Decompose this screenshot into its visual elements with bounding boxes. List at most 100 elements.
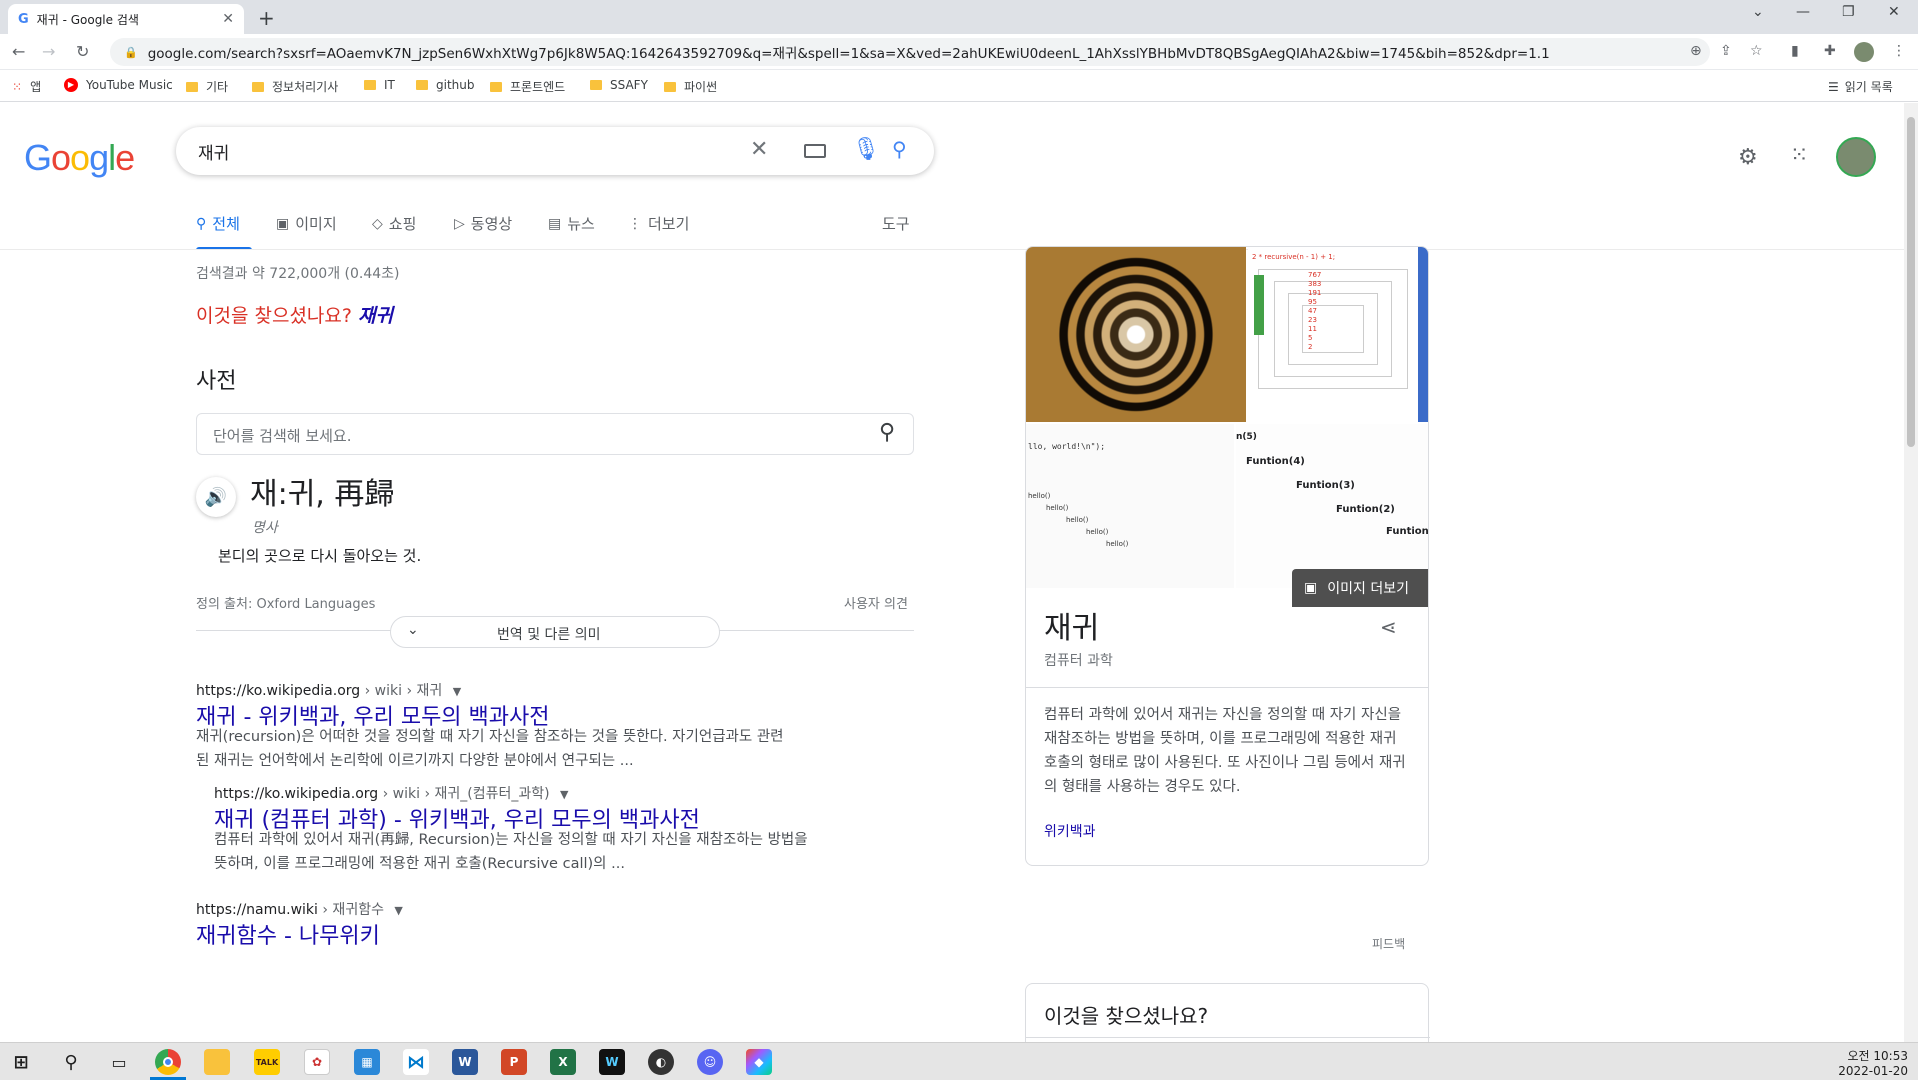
maximize-button[interactable]: ❐	[1842, 4, 1855, 20]
bookmark-folder[interactable]: IT	[364, 78, 395, 92]
video-icon: ▷	[454, 215, 465, 232]
app-icon[interactable]: ▦	[354, 1049, 380, 1075]
search-icon[interactable]: ⚲	[879, 420, 895, 445]
did-you-mean-link[interactable]: 재귀	[358, 305, 393, 327]
share-icon[interactable]: ⇪	[1720, 43, 1732, 59]
chrome-icon[interactable]	[155, 1049, 181, 1075]
folder-icon	[416, 80, 428, 90]
divider	[1026, 1037, 1430, 1038]
excel-icon[interactable]: X	[550, 1049, 576, 1075]
translate-more-button[interactable]: ⌄ 번역 및 다른 의미	[390, 616, 720, 648]
wikipedia-link[interactable]: 위키백과	[1044, 821, 1096, 841]
tab-google-search[interactable]: G 재귀 - Google 검색 ✕	[8, 4, 244, 34]
reading-list[interactable]: ☰ 읽기 목록	[1828, 78, 1893, 95]
keyboard-icon[interactable]	[804, 144, 826, 158]
powerpoint-icon[interactable]: P	[501, 1049, 527, 1075]
vscode-icon[interactable]: ⋈	[403, 1049, 429, 1075]
tools-button[interactable]: 도구	[882, 213, 910, 234]
feedback-link[interactable]: 피드백	[1372, 935, 1405, 952]
task-view-icon[interactable]: ▭	[106, 1049, 132, 1075]
app-icon[interactable]: ◐	[648, 1049, 674, 1075]
bookmark-folder[interactable]: github	[416, 78, 474, 92]
close-tab-icon[interactable]: ✕	[222, 11, 234, 27]
back-icon[interactable]: ←	[12, 42, 25, 61]
tab-title: 재귀 - Google 검색	[36, 12, 139, 27]
puzzle-icon[interactable]: ✚	[1824, 43, 1836, 59]
microphone-icon[interactable]: 🎙	[852, 137, 880, 162]
share-icon[interactable]: ⋖	[1380, 615, 1397, 639]
partial-image[interactable]	[1418, 247, 1428, 422]
dictionary-search-input[interactable]: 단어를 검색해 보세요.	[213, 425, 352, 446]
result-snippet: 컴퓨터 과학에 있어서 재귀(再歸, Recursion)는 자신을 정의할 때…	[214, 832, 808, 848]
bookmark-folder[interactable]: 정보처리기사	[252, 78, 338, 95]
dictionary-search-field[interactable]: 단어를 검색해 보세요. ⚲	[196, 413, 914, 455]
google-apps-icon[interactable]: ⁙	[1790, 143, 1808, 168]
url-text: google.com/search?sxsrf=AOaemvK7N_jzpSen…	[147, 46, 1550, 62]
forward-icon[interactable]: →	[42, 42, 55, 61]
caret-down-icon[interactable]: ▼	[560, 788, 568, 801]
minimize-button[interactable]: —	[1796, 4, 1810, 20]
kp-description: 컴퓨터 과학에 있어서 재귀는 자신을 정의할 때 자기 자신을 재참조하는 방…	[1044, 707, 1406, 795]
tab-search-icon[interactable]: ⌄	[1752, 4, 1764, 20]
app-icon[interactable]: W	[599, 1049, 625, 1075]
tab-videos[interactable]: ▷ 동영상	[454, 213, 512, 234]
clear-icon[interactable]: ✕	[750, 137, 768, 162]
page-scrollbar[interactable]	[1904, 103, 1918, 1042]
windows-start-icon[interactable]: ⊞	[8, 1049, 34, 1075]
tab-news[interactable]: ▤ 뉴스	[548, 213, 595, 234]
more-images-button[interactable]: ▣ 이미지 더보기	[1292, 569, 1428, 607]
hello-call-stack-image[interactable]: llo, world!\n"); hello() hello() hello()…	[1026, 424, 1234, 588]
close-window-button[interactable]: ✕	[1888, 4, 1900, 20]
dictionary-heading: 사전	[196, 369, 237, 394]
tab-shopping[interactable]: ◇ 쇼핑	[372, 213, 416, 234]
bookmark-folder[interactable]: 파이썬	[664, 78, 717, 95]
search-icon[interactable]: ⚲	[58, 1049, 84, 1075]
reload-icon[interactable]: ↻	[76, 42, 89, 61]
file-explorer-icon[interactable]	[204, 1049, 230, 1075]
caret-down-icon[interactable]: ▼	[394, 904, 402, 917]
search-box[interactable]: 재귀 ✕ 🎙 ⚲	[176, 127, 934, 175]
recursive-mirror-image[interactable]	[1026, 247, 1246, 422]
bookmark-youtube-music[interactable]: ▶ YouTube Music	[64, 78, 173, 92]
discord-icon[interactable]: ☺	[697, 1049, 723, 1075]
app-icon[interactable]: ✿	[304, 1049, 330, 1075]
divider	[0, 249, 1904, 250]
tab-more[interactable]: ⋮ 더보기	[628, 213, 689, 234]
knowledge-panel: 2 * recursive(n - 1) + 1; 767 383 191 95 47 2…	[1025, 246, 1429, 866]
account-avatar[interactable]	[1836, 137, 1876, 177]
search-icon[interactable]: ⚲	[892, 137, 907, 161]
bookmark-folder[interactable]: 프론트엔드	[490, 78, 565, 95]
profile-avatar[interactable]	[1854, 42, 1874, 62]
function-call-chain-image[interactable]: n(5) Funtion(4) Funtion(3) Funtion(2) Fu…	[1236, 424, 1428, 588]
tab-images[interactable]: ▣ 이미지	[276, 213, 337, 234]
settings-gear-icon[interactable]: ⚙	[1738, 145, 1758, 170]
recursion-diagram-image[interactable]: 2 * recursive(n - 1) + 1; 767 383 191 95 47 2…	[1248, 247, 1418, 422]
menu-icon[interactable]: ⋮	[1892, 43, 1906, 59]
bookmarks-bar: ⁙ 앱 ▶ YouTube Music 기타 정보처리기사 IT github …	[0, 70, 1918, 102]
caret-down-icon[interactable]: ▼	[453, 685, 461, 698]
new-tab-button[interactable]: +	[258, 6, 275, 30]
extension-icon[interactable]: ▮	[1791, 43, 1799, 59]
bookmark-folder[interactable]: 기타	[186, 78, 228, 95]
bookmark-star-icon[interactable]: ☆	[1750, 43, 1763, 59]
google-logo[interactable]: Google	[24, 137, 135, 179]
lock-icon: 🔒	[124, 45, 138, 59]
bookmark-folder[interactable]: SSAFY	[590, 78, 648, 92]
clock[interactable]: 오전 10:53 2022-01-20	[1830, 1047, 1908, 1078]
search-icon: ⚲	[196, 215, 207, 232]
result-snippet: 된 재귀는 언어학에서 논리학에 이르기까지 다양한 분야에서 연구되는 ...	[196, 753, 634, 769]
scrollbar-thumb[interactable]	[1907, 117, 1915, 447]
address-bar[interactable]: 🔒 google.com/search?sxsrf=AOaemvK7N_jzpS…	[110, 38, 1710, 66]
app-icon[interactable]: ◆	[746, 1049, 772, 1075]
zoom-icon[interactable]: ⊕	[1690, 43, 1702, 59]
kakaotalk-icon[interactable]: TALK	[254, 1049, 280, 1075]
word-icon[interactable]: W	[452, 1049, 478, 1075]
more-vert-icon: ⋮	[628, 215, 642, 232]
result-title-link[interactable]: 재귀함수 - 나무위키	[196, 918, 380, 950]
user-feedback-link[interactable]: 사용자 의견	[844, 593, 908, 612]
pronunciation-speaker-icon[interactable]: 🔊	[196, 477, 236, 517]
folder-icon	[364, 80, 376, 90]
bookmark-apps[interactable]: ⁙ 앱	[12, 78, 41, 95]
search-input[interactable]: 재귀	[198, 139, 229, 164]
tab-all[interactable]: ⚲ 전체	[196, 213, 240, 234]
